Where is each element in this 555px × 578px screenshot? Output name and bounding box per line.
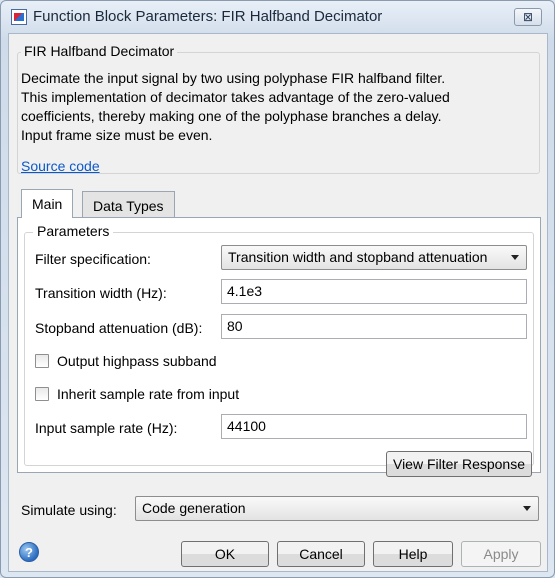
filter-spec-dropdown[interactable]: Transition width and stopband attenuatio…: [221, 245, 527, 270]
apply-button[interactable]: Apply: [461, 541, 541, 567]
input-sample-rate-label: Input sample rate (Hz):: [35, 420, 178, 436]
inherit-sample-rate-checkbox[interactable]: [35, 387, 49, 401]
filter-spec-value: Transition width and stopband attenuatio…: [228, 249, 488, 265]
ok-button[interactable]: OK: [181, 541, 269, 567]
simulate-using-value: Code generation: [142, 500, 246, 516]
description-line: Input frame size must be even.: [21, 127, 213, 143]
help-button[interactable]: Help: [373, 541, 453, 567]
block-description: Decimate the input signal by two using p…: [21, 69, 536, 145]
output-highpass-checkbox[interactable]: [35, 354, 49, 368]
description-line: Decimate the input signal by two using p…: [21, 70, 446, 86]
stopband-attenuation-input[interactable]: 80: [221, 314, 527, 339]
title-bar: Function Block Parameters: FIR Halfband …: [1, 1, 554, 33]
dialog-client: FIR Halfband Decimator Decimate the inpu…: [8, 33, 548, 572]
dialog-window: Function Block Parameters: FIR Halfband …: [0, 0, 555, 578]
chevron-down-icon: [511, 255, 519, 260]
tabs-area: Main Data Types Parameters Filter specif…: [17, 189, 541, 477]
window-title: Function Block Parameters: FIR Halfband …: [33, 8, 383, 25]
chevron-down-icon: [523, 506, 531, 511]
description-line: coefficients, thereby making one of the …: [21, 108, 442, 124]
transition-width-label: Transition width (Hz):: [35, 285, 167, 301]
simulate-using-label: Simulate using:: [21, 502, 117, 518]
question-mark-icon[interactable]: ?: [19, 542, 39, 562]
simulate-using-dropdown[interactable]: Code generation: [135, 496, 539, 521]
parameters-group: Parameters Filter specification: Transit…: [24, 223, 534, 477]
tab-main[interactable]: Main: [21, 189, 74, 218]
source-code-link[interactable]: Source code: [21, 158, 100, 174]
inherit-sample-rate-label: Inherit sample rate from input: [57, 386, 240, 402]
tab-data-types[interactable]: Data Types: [82, 191, 175, 218]
cancel-button[interactable]: Cancel: [277, 541, 365, 567]
filter-spec-label: Filter specification:: [35, 251, 151, 267]
tab-panel-main: Parameters Filter specification: Transit…: [17, 217, 541, 477]
transition-width-input[interactable]: 4.1e3: [221, 279, 527, 304]
simulink-block-icon: [11, 9, 27, 25]
parameters-group-label: Parameters: [33, 223, 114, 239]
stopband-attenuation-label: Stopband attenuation (dB):: [35, 320, 203, 336]
input-sample-rate-input[interactable]: 44100: [221, 414, 527, 439]
close-button[interactable]: ⊠: [514, 8, 542, 26]
description-line: This implementation of decimator takes a…: [21, 89, 450, 105]
view-filter-response-button[interactable]: View Filter Response: [386, 451, 532, 477]
output-highpass-label: Output highpass subband: [57, 353, 217, 369]
block-name: FIR Halfband Decimator: [21, 43, 178, 59]
